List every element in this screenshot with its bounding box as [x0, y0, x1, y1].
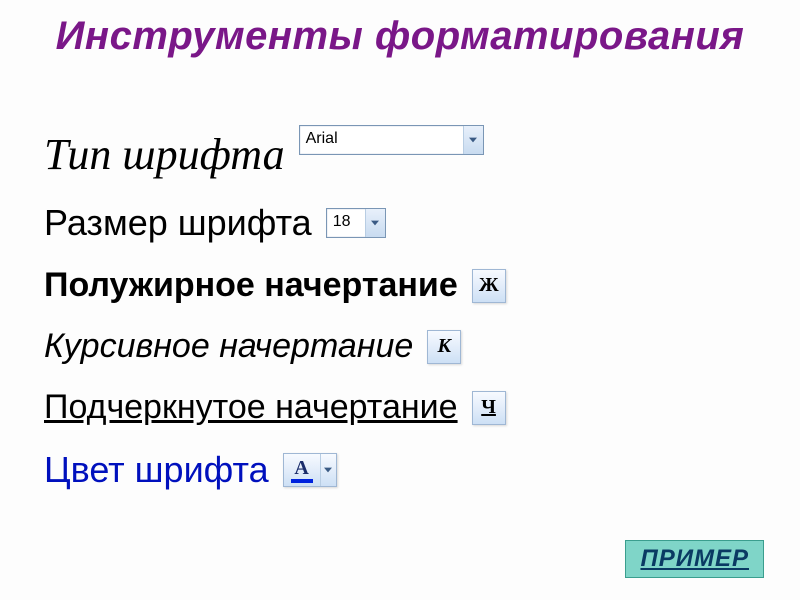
row-font-type: Тип шрифта Arial: [0, 99, 800, 180]
font-color-button[interactable]: А: [283, 453, 337, 487]
underline-button[interactable]: Ч: [472, 391, 506, 425]
underline-label: Подчеркнутое начертание: [44, 388, 458, 427]
chevron-down-icon[interactable]: [463, 126, 483, 154]
row-font-size: Размер шрифта 18: [0, 202, 800, 244]
row-italic: Курсивное начертание К: [0, 327, 800, 366]
font-type-label: Тип шрифта: [44, 129, 285, 180]
font-color-main[interactable]: А: [284, 454, 320, 486]
bold-button[interactable]: Ж: [472, 269, 506, 303]
font-size-dropdown[interactable]: 18: [326, 208, 386, 238]
page-title: Инструменты форматирования: [0, 0, 800, 65]
row-underline: Подчеркнутое начертание Ч: [0, 388, 800, 427]
font-color-label: Цвет шрифта: [44, 449, 269, 491]
bold-label: Полужирное начертание: [44, 266, 458, 305]
italic-label: Курсивное начертание: [44, 327, 413, 366]
example-button[interactable]: ПРИМЕР: [625, 540, 764, 578]
font-size-value: 18: [327, 209, 365, 237]
row-bold: Полужирное начертание Ж: [0, 266, 800, 305]
italic-glyph: К: [438, 335, 452, 358]
italic-button[interactable]: К: [427, 330, 461, 364]
chevron-down-icon[interactable]: [320, 454, 336, 486]
font-size-label: Размер шрифта: [44, 202, 312, 244]
font-color-bar: [291, 479, 313, 483]
font-type-dropdown[interactable]: Arial: [299, 125, 484, 155]
font-color-glyph: А: [294, 458, 308, 478]
bold-glyph: Ж: [479, 274, 499, 297]
font-type-value: Arial: [300, 126, 463, 154]
chevron-down-icon[interactable]: [365, 209, 385, 237]
row-font-color: Цвет шрифта А: [0, 449, 800, 491]
underline-glyph: Ч: [481, 396, 496, 419]
